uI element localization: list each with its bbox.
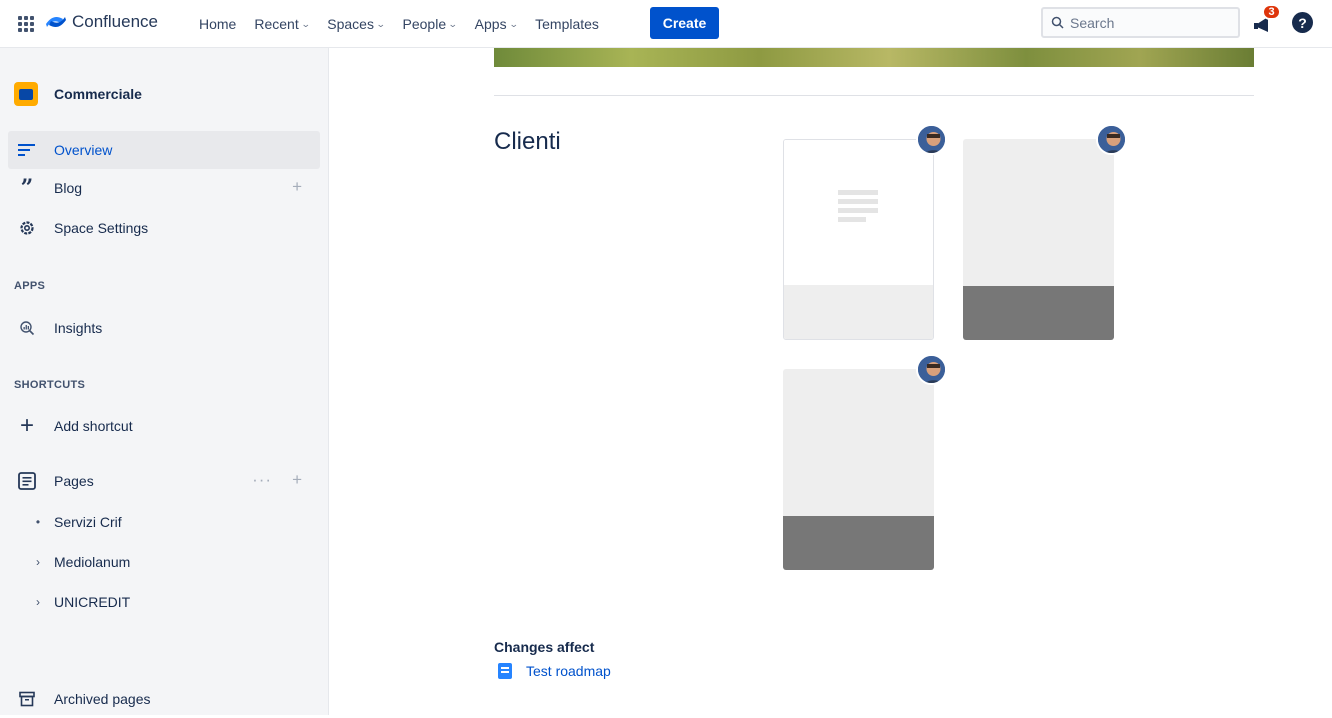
page-card[interactable] <box>963 139 1114 340</box>
chevron-down-icon: ⌄ <box>375 19 386 29</box>
page-tree-item[interactable]: • Servizi Crif <box>34 514 122 530</box>
document-placeholder-icon <box>838 190 878 226</box>
add-shortcut-label: Add shortcut <box>54 418 133 434</box>
divider <box>494 95 1254 96</box>
sidebar-item-label: Blog <box>54 180 83 196</box>
sidebar-item-label: Pages <box>54 473 94 489</box>
nav-home-label: Home <box>199 16 237 32</box>
card-preview <box>783 369 934 516</box>
page-tree-label: UNICREDIT <box>54 594 131 610</box>
sidebar-item-insights[interactable]: Insights <box>8 309 320 347</box>
insights-icon <box>16 317 38 339</box>
main-content: Clienti Changes affect Test roadmap <box>330 48 1332 715</box>
changes-affect-label: Changes affect <box>494 639 595 655</box>
add-blog-icon[interactable]: + <box>292 177 302 197</box>
avatar[interactable] <box>916 354 947 385</box>
nav-recent[interactable]: Recent ⌄ <box>245 8 318 40</box>
quote-icon: ” <box>20 175 34 201</box>
nav-apps-label: Apps <box>474 16 507 32</box>
page-icon <box>498 663 512 679</box>
app-switcher-icon[interactable] <box>16 14 36 34</box>
page-tree-item[interactable]: › UNICREDIT <box>34 594 130 610</box>
confluence-logo[interactable]: Confluence <box>46 12 158 32</box>
avatar[interactable] <box>1096 124 1127 155</box>
confluence-mark-icon <box>46 16 66 28</box>
nav-home[interactable]: Home <box>190 8 245 40</box>
create-button[interactable]: Create <box>650 7 719 39</box>
sidebar-item-label: Overview <box>54 142 113 158</box>
sidebar-item-pages[interactable]: Pages ··· + <box>8 462 320 500</box>
sidebar-item-overview[interactable]: Overview <box>8 131 320 169</box>
sidebar-item-label: Archived pages <box>54 691 151 707</box>
page-card[interactable] <box>783 139 934 340</box>
linked-page-title: Test roadmap <box>526 663 611 679</box>
sidebar-item-label: Space Settings <box>54 220 149 236</box>
chevron-down-icon: ⌄ <box>508 19 519 29</box>
nav-templates-label: Templates <box>535 16 599 32</box>
apps-heading: APPS <box>14 280 46 292</box>
brand-name: Confluence <box>72 12 159 31</box>
nav-spaces[interactable]: Spaces ⌄ <box>318 8 393 40</box>
card-footer <box>784 285 933 339</box>
shortcuts-heading: SHORTCUTS <box>14 379 86 391</box>
nav-apps[interactable]: Apps ⌄ <box>466 8 526 40</box>
search-icon <box>1051 16 1064 29</box>
linked-page-link[interactable]: Test roadmap <box>498 663 611 679</box>
search-placeholder: Search <box>1070 14 1115 31</box>
card-preview <box>784 140 933 287</box>
nav-recent-label: Recent <box>254 16 299 32</box>
add-shortcut-button[interactable]: + Add shortcut <box>8 407 320 445</box>
space-header[interactable]: Commerciale <box>14 82 142 106</box>
header-banner-image <box>494 48 1254 67</box>
card-footer <box>783 516 934 570</box>
sidebar-item-label: Insights <box>54 320 103 336</box>
main-nav: Home Recent ⌄ Spaces ⌄ People ⌄ Apps ⌄ Templ… <box>190 0 608 48</box>
plus-icon: + <box>19 412 34 439</box>
chevron-right-icon[interactable]: › <box>34 595 42 609</box>
page-tree-label: Servizi Crif <box>54 514 122 530</box>
space-sidebar: Commerciale Overview ” Blog + Space Sett… <box>0 48 329 715</box>
search-input[interactable]: Search <box>1041 7 1240 38</box>
bullet-icon: • <box>35 515 41 529</box>
gear-icon <box>16 217 38 239</box>
pages-icon <box>16 470 38 492</box>
space-name: Commerciale <box>54 86 142 102</box>
sidebar-item-space-settings[interactable]: Space Settings <box>8 209 320 247</box>
nav-people-label: People <box>402 16 447 32</box>
sidebar-item-blog[interactable]: ” Blog + <box>8 169 320 207</box>
chevron-right-icon[interactable]: › <box>34 555 42 569</box>
overview-icon <box>16 139 38 161</box>
nav-spaces-label: Spaces <box>327 16 374 32</box>
page-tree-item[interactable]: › Mediolanum <box>34 554 130 570</box>
nav-templates[interactable]: Templates <box>526 8 608 40</box>
page-card[interactable] <box>783 369 934 570</box>
avatar[interactable] <box>916 124 947 155</box>
section-title: Clienti <box>494 128 561 155</box>
top-navigation-bar: Confluence Home Recent ⌄ Spaces ⌄ People ⌄ … <box>0 0 1332 48</box>
card-preview <box>963 139 1114 286</box>
nav-people[interactable]: People ⌄ <box>394 8 466 40</box>
sidebar-item-archived-pages[interactable]: Archived pages <box>8 680 320 718</box>
space-avatar-icon <box>14 82 38 106</box>
chevron-down-icon: ⌄ <box>447 19 458 29</box>
page-tree-label: Mediolanum <box>54 554 131 570</box>
archive-icon <box>16 688 38 710</box>
more-options-icon[interactable]: ··· <box>252 470 272 490</box>
card-footer <box>963 286 1114 340</box>
chevron-down-icon: ⌄ <box>300 19 311 29</box>
notification-badge: 3 <box>1262 4 1281 20</box>
help-icon[interactable]: ? <box>1292 12 1313 33</box>
add-page-icon[interactable]: + <box>292 470 302 490</box>
